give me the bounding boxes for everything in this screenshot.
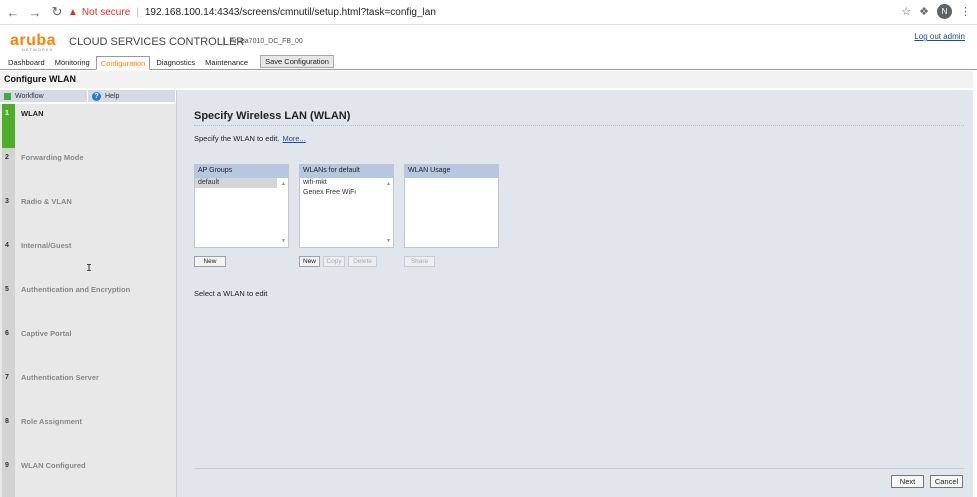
wlans-list[interactable]: WLANs for default wifi-mkt Genex Free Wi… (299, 164, 394, 248)
tab-diagnostics[interactable]: Diagnostics (152, 56, 199, 69)
wlans-body[interactable]: wifi-mkt Genex Free WiFi ▲ ▼ (300, 178, 393, 247)
tab-configuration[interactable]: Configuration (95, 56, 151, 70)
scroll-up-icon[interactable]: ▲ (281, 181, 286, 187)
header-divider: | (222, 36, 225, 47)
step-label: Forwarding Mode (21, 153, 84, 162)
workflow-tab-label: Workflow (15, 92, 44, 100)
back-icon[interactable]: ← (4, 3, 22, 21)
product-name: CLOUD SERVICES CONTROLLER (69, 36, 245, 48)
new-wlan-button[interactable]: New (299, 256, 320, 267)
workflow-panel-header: Workflow ? Help (0, 90, 176, 102)
share-wlan-button[interactable]: Share (404, 256, 435, 267)
step-label: Authentication Server (21, 373, 99, 382)
scroll-down-icon[interactable]: ▼ (281, 238, 286, 244)
workflow-square-icon (4, 92, 11, 100)
step-wlan-configured[interactable]: 9 WLAN Configured (0, 456, 176, 497)
list-item[interactable]: default (195, 178, 277, 188)
description-text: Specify the WLAN to edit. (194, 134, 280, 143)
copy-wlan-button[interactable]: Copy (323, 256, 345, 267)
step-number: 5 (5, 286, 9, 293)
section-title: Specify Wireless LAN (WLAN) (194, 110, 351, 122)
wlans-header: WLANs for default (300, 165, 393, 178)
controller-hostname: Aruba7010_DC_FB_00 (230, 38, 303, 45)
omnibox-divider: | (136, 7, 139, 18)
scroll-up-icon[interactable]: ▲ (386, 181, 391, 187)
step-label: Role Assignment (21, 417, 82, 426)
ap-groups-header: AP Groups (195, 165, 288, 178)
ap-groups-body[interactable]: default ▲ ▼ (195, 178, 288, 247)
step-role-assignment[interactable]: 8 Role Assignment (0, 412, 176, 456)
step-captive-portal[interactable]: 6 Captive Portal (0, 324, 176, 368)
footer-divider (194, 468, 964, 469)
select-wlan-hint: Select a WLAN to edit (194, 289, 268, 298)
step-label: WLAN (21, 109, 44, 118)
extensions-puzzle-icon[interactable]: ❖ (919, 5, 929, 18)
step-label: Authentication and Encryption (21, 285, 131, 294)
step-radio-vlan[interactable]: 3 Radio & VLAN (0, 192, 176, 236)
delete-wlan-button[interactable]: Delete (348, 256, 377, 267)
next-button[interactable]: Next (891, 475, 924, 488)
workflow-steps: 1 WLAN 2 Forwarding Mode 3 Radio & VLAN … (0, 104, 176, 497)
forward-icon[interactable]: → (26, 3, 44, 21)
list-item[interactable]: Genex Free WiFi (300, 188, 393, 198)
main-content: Specify Wireless LAN (WLAN) Specify the … (176, 90, 973, 497)
new-ap-group-button[interactable]: New (194, 256, 226, 267)
step-number: 8 (5, 418, 9, 425)
page-title: Configure WLAN (0, 71, 973, 88)
ap-groups-list[interactable]: AP Groups default ▲ ▼ (194, 164, 289, 248)
step-label: WLAN Configured (21, 461, 86, 470)
title-divider (194, 125, 964, 126)
app-header: aruba NETWORKS CLOUD SERVICES CONTROLLER… (0, 26, 977, 56)
step-number: 2 (5, 154, 9, 161)
help-tab[interactable]: ? Help (88, 90, 176, 102)
tab-monitoring[interactable]: Monitoring (51, 56, 94, 69)
help-tab-label: Help (105, 92, 120, 100)
step-number: 1 (5, 110, 9, 117)
main-tabs: Dashboard Monitoring Configuration Diagn… (0, 55, 977, 70)
step-wlan[interactable]: 1 WLAN (0, 104, 176, 148)
step-label: Captive Portal (21, 329, 72, 338)
step-number: 4 (5, 242, 9, 249)
url-text[interactable]: 192.168.100.14:4343/screens/cmnutil/setu… (145, 7, 436, 18)
workflow-tab[interactable]: Workflow (0, 90, 88, 102)
wlan-usage-body (405, 178, 498, 247)
warning-icon: ▲ (68, 7, 78, 18)
step-label: Radio & VLAN (21, 197, 72, 206)
browser-toolbar: ← → ↻ ▲ Not secure | 192.168.100.14:4343… (0, 0, 977, 25)
bookmark-star-icon[interactable]: ☆ (901, 5, 911, 18)
menu-kebab-icon[interactable]: ⋮ (960, 5, 971, 18)
step-authentication-server[interactable]: 7 Authentication Server (0, 368, 176, 412)
not-secure-label: Not secure (81, 7, 131, 18)
tab-maintenance[interactable]: Maintenance (201, 56, 252, 69)
logout-link[interactable]: Log out admin (914, 32, 965, 41)
wlan-usage-list[interactable]: WLAN Usage (404, 164, 499, 248)
list-item[interactable]: wifi-mkt (300, 178, 393, 188)
profile-avatar[interactable]: N (937, 4, 952, 19)
aruba-logo-sub: NETWORKS (22, 47, 54, 52)
step-authentication-encryption[interactable]: 5 Authentication and Encryption (0, 280, 176, 324)
address-bar[interactable]: ▲ Not secure | 192.168.100.14:4343/scree… (68, 3, 915, 22)
wlan-usage-header: WLAN Usage (405, 165, 498, 178)
save-configuration-button[interactable]: Save Configuration (260, 55, 334, 68)
scroll-down-icon[interactable]: ▼ (386, 238, 391, 244)
cancel-button[interactable]: Cancel (930, 475, 963, 488)
step-label: Internal/Guest (21, 241, 72, 250)
section-description: Specify the WLAN to edit. More... (194, 134, 306, 143)
step-forwarding-mode[interactable]: 2 Forwarding Mode (0, 148, 176, 192)
step-number: 7 (5, 374, 9, 381)
tab-dashboard[interactable]: Dashboard (4, 56, 49, 69)
step-number: 6 (5, 330, 9, 337)
step-number: 3 (5, 198, 9, 205)
text-cursor-icon: I (86, 263, 93, 274)
help-icon: ? (92, 91, 101, 101)
step-number: 9 (5, 462, 9, 469)
more-link[interactable]: More... (282, 134, 305, 143)
reload-icon[interactable]: ↻ (48, 3, 66, 21)
